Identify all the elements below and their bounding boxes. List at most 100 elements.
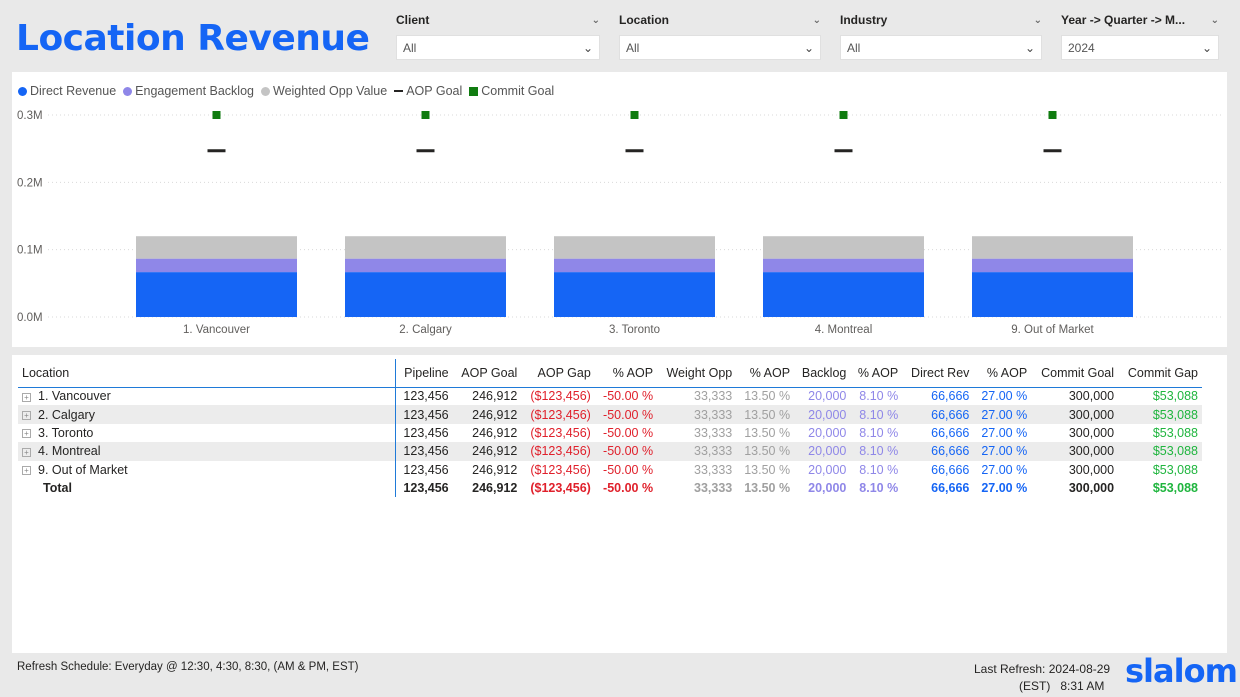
table-cell: 20,000	[794, 405, 851, 424]
table-cell: 27.00 %	[981, 425, 1028, 440]
table-cell: 123,456	[394, 423, 453, 443]
column-header[interactable]: AOP Gap	[521, 359, 595, 388]
chevron-down-icon: ⌄	[803, 40, 814, 55]
table-cell: 20,000	[808, 389, 847, 404]
expand-icon[interactable]: +	[22, 465, 31, 475]
column-header[interactable]: Direct Rev	[902, 359, 974, 388]
table-cell: 246,912	[472, 462, 518, 477]
column-header[interactable]: Commit Gap	[1118, 359, 1202, 388]
table-cell: 27.00 %	[973, 405, 1032, 424]
commit-goal-marker	[630, 111, 639, 119]
table-cell: 33,333	[694, 462, 733, 477]
table-cell: 33,333	[694, 389, 733, 404]
x-tick-label: 1. Vancouver	[183, 324, 250, 336]
location-slicer[interactable]: Location ⌄ All ⌄	[619, 12, 821, 60]
bar-segment-direct-revenue	[972, 272, 1133, 317]
slalom-logo: slalom	[1125, 652, 1238, 690]
column-header[interactable]: Pipeline	[394, 359, 453, 388]
table-row[interactable]: +1. Vancouver 123,456 246,912 ($123,456) -50…	[18, 387, 1202, 406]
column-header[interactable]: Location	[18, 359, 395, 388]
last-refresh: Last Refresh: 2024-08-29 (EST) 8:31 AM	[974, 661, 1110, 695]
column-header[interactable]: % AOP	[973, 359, 1032, 388]
column-header[interactable]: Backlog	[794, 359, 851, 388]
column-header[interactable]: AOP Goal	[452, 359, 522, 388]
total-cell: 8.10 %	[859, 481, 899, 496]
chevron-down-icon[interactable]: ⌄	[813, 15, 821, 26]
x-tick-label: 9. Out of Market	[1011, 324, 1094, 336]
table-cell: 20,000	[794, 442, 851, 461]
expand-icon[interactable]: +	[22, 447, 31, 457]
commit-goal-marker	[839, 111, 848, 119]
date-slicer[interactable]: Year -> Quarter -> M... ⌄ 2024 ⌄	[1061, 12, 1219, 60]
location-name: 9. Out of Market	[38, 462, 128, 477]
date-dropdown-value: 2024	[1068, 40, 1095, 55]
bar-segment-direct-revenue	[554, 272, 715, 317]
table-cell: -50.00 %	[594, 405, 658, 424]
table-row[interactable]: +9. Out of Market 123,456 246,912 ($123,456…	[18, 460, 1202, 479]
row-label: +1. Vancouver	[18, 387, 395, 405]
aop-goal-marker	[207, 149, 226, 153]
location-name: 2. Calgary	[38, 407, 95, 422]
table-cell: 246,912	[472, 389, 518, 404]
location-dropdown[interactable]: All ⌄	[619, 35, 821, 60]
table-cell: 33,333	[657, 442, 737, 461]
chevron-down-icon[interactable]: ⌄	[592, 15, 600, 26]
table-cell: -50.00 %	[603, 462, 654, 477]
industry-dropdown-value: All	[847, 40, 861, 55]
location-dropdown-value: All	[626, 40, 640, 55]
last-refresh-date: 2024-08-29	[1048, 662, 1111, 676]
table-cell: 8.10 %	[859, 462, 899, 477]
revenue-matrix: Location Pipeline AOP Goal AOP Gap% AOP Weig…	[18, 359, 1202, 498]
table-cell: $53,088	[1152, 462, 1198, 477]
aop-goal-marker	[625, 149, 644, 153]
chevron-down-icon[interactable]: ⌄	[1211, 15, 1219, 26]
table-row[interactable]: +3. Toronto 123,456 246,912 ($123,456) -50.0…	[18, 423, 1202, 443]
expand-icon[interactable]: +	[22, 392, 31, 402]
last-refresh-time: 8:31 AM	[1060, 679, 1105, 693]
industry-slicer-label: Industry	[840, 13, 888, 27]
column-header[interactable]: Weight Opp	[657, 359, 737, 388]
table-cell: ($123,456)	[530, 425, 591, 440]
table-cell: -50.00 %	[594, 442, 658, 461]
column-header[interactable]: Commit Goal	[1031, 359, 1119, 388]
location-revenue-chart[interactable]: Direct Revenue Engagement Backlog Weight…	[12, 72, 1227, 347]
date-dropdown[interactable]: 2024 ⌄	[1061, 35, 1219, 60]
total-cell: -50.00 %	[603, 481, 654, 496]
table-cell: $53,088	[1152, 425, 1198, 440]
table-cell: 300,000	[1068, 425, 1115, 440]
bar-segment-weighted-opp-value	[136, 236, 297, 259]
industry-slicer[interactable]: Industry ⌄ All ⌄	[840, 12, 1042, 60]
column-header[interactable]: % AOP	[736, 359, 795, 388]
table-cell: 13.50 %	[736, 405, 795, 424]
location-name: 3. Toronto	[38, 425, 94, 440]
expand-icon[interactable]: +	[22, 429, 31, 439]
aop-goal-marker	[1043, 149, 1062, 153]
client-dropdown-value: All	[403, 40, 417, 55]
x-tick-label: 2. Calgary	[399, 324, 452, 336]
bar-segment-weighted-opp-value	[972, 236, 1133, 259]
bar-segment-engagement-backlog	[763, 258, 924, 273]
last-refresh-label: Last Refresh:	[974, 662, 1046, 676]
table-cell: 13.50 %	[744, 462, 791, 477]
table-row[interactable]: +2. Calgary 123,456 246,912 ($123,456) -50.0…	[18, 405, 1202, 424]
column-header[interactable]: % AOP	[594, 359, 658, 388]
total-label: Total	[43, 481, 72, 496]
expand-icon[interactable]: +	[22, 410, 31, 420]
client-slicer[interactable]: Client ⌄ All ⌄	[396, 12, 600, 60]
client-dropdown[interactable]: All ⌄	[396, 35, 600, 60]
bar-segment-weighted-opp-value	[763, 236, 924, 259]
total-cell: $53,088	[1152, 481, 1198, 496]
total-cell: ($123,456)	[530, 481, 591, 496]
column-header[interactable]: % AOP	[850, 359, 903, 388]
industry-dropdown[interactable]: All ⌄	[840, 35, 1042, 60]
chevron-down-icon[interactable]: ⌄	[1034, 15, 1042, 26]
table-row[interactable]: +4. Montreal 123,456 246,912 ($123,456) -50.…	[18, 442, 1202, 461]
bar-segment-weighted-opp-value	[554, 236, 715, 259]
y-tick-label: 0.3M	[17, 110, 43, 122]
table-cell: 8.10 %	[859, 389, 899, 404]
commit-goal-marker	[421, 111, 430, 119]
table-cell: 27.00 %	[981, 389, 1028, 404]
location-slicer-label: Location	[619, 13, 669, 27]
chart-plot: 0.0M 0.1M 0.2M 0.3M 1. Vancouver 2. Calgary 3.…	[17, 110, 1222, 336]
row-label: +9. Out of Market	[18, 461, 395, 479]
